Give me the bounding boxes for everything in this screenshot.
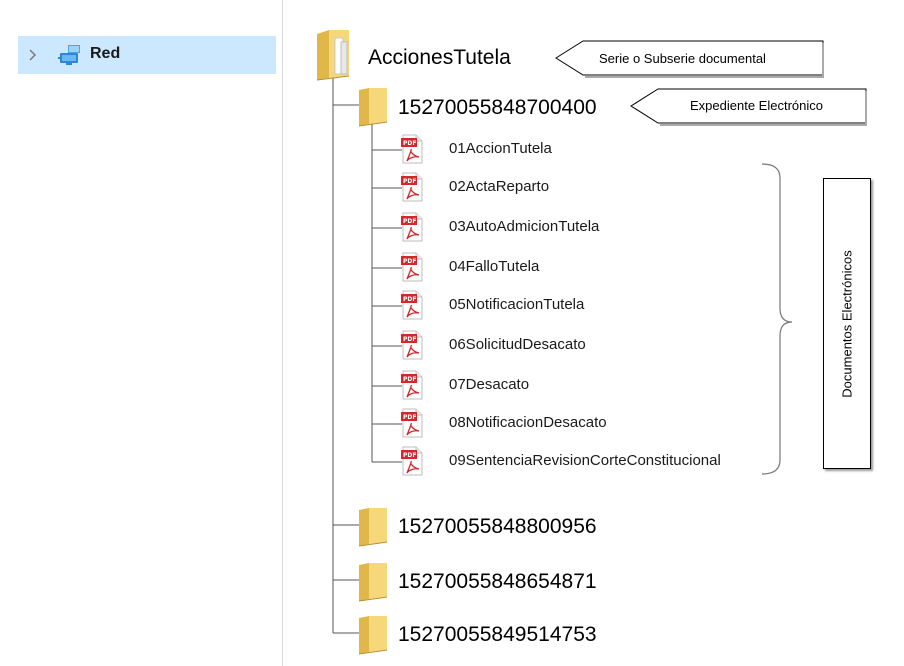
folder-label[interactable]: 15270055849514753 — [398, 624, 597, 645]
documents-label-box: Documentos Electrónicos — [823, 178, 871, 469]
diagram-stage: Red AccionesTutela 15270055848700400 PDF… — [0, 0, 904, 666]
svg-text:PDF: PDF — [403, 452, 416, 459]
document-label[interactable]: 09SentenciaRevisionCorteConstitucional — [449, 453, 721, 468]
pdf-icon[interactable]: PDF — [400, 172, 424, 202]
pdf-icon[interactable]: PDF — [400, 212, 424, 242]
document-label[interactable]: 08NotificacionDesacato — [449, 415, 607, 430]
folder-icon[interactable] — [315, 28, 351, 82]
documents-label-text: Documentos Electrónicos — [839, 249, 855, 398]
folder-label[interactable]: 15270055848654871 — [398, 571, 597, 592]
pdf-icon[interactable]: PDF — [400, 370, 424, 400]
root-folder-label[interactable]: AccionesTutela — [368, 47, 511, 68]
document-label[interactable]: 07Desacato — [449, 377, 529, 392]
pdf-icon[interactable]: PDF — [400, 446, 424, 476]
folder-icon[interactable] — [357, 614, 389, 656]
folder-icon[interactable] — [357, 506, 389, 548]
document-label[interactable]: 06SolicitudDesacato — [449, 337, 586, 352]
pdf-icon[interactable]: PDF — [400, 408, 424, 438]
document-label[interactable]: 04FalloTutela — [449, 259, 539, 274]
pdf-icon[interactable]: PDF — [400, 330, 424, 360]
document-label[interactable]: 05NotificacionTutela — [449, 297, 584, 312]
svg-text:PDF: PDF — [403, 178, 416, 185]
pdf-icon[interactable]: PDF — [400, 252, 424, 282]
expanded-folder-label[interactable]: 15270055848700400 — [398, 97, 597, 118]
folder-label[interactable]: 15270055848800956 — [398, 516, 597, 537]
svg-text:PDF: PDF — [403, 140, 416, 147]
folder-icon[interactable] — [357, 86, 389, 128]
document-label[interactable]: 03AutoAdmicionTutela — [449, 219, 599, 234]
document-label[interactable]: 01AccionTutela — [449, 141, 552, 156]
svg-text:PDF: PDF — [403, 258, 416, 265]
pdf-icon[interactable]: PDF — [400, 290, 424, 320]
document-label[interactable]: 02ActaReparto — [449, 179, 549, 194]
svg-text:PDF: PDF — [403, 336, 416, 343]
svg-text:PDF: PDF — [403, 218, 416, 225]
callout-expediente-text: Expediente Electrónico — [690, 98, 823, 113]
folder-icon[interactable] — [357, 561, 389, 603]
pdf-icon[interactable]: PDF — [400, 134, 424, 164]
svg-text:PDF: PDF — [403, 414, 416, 421]
svg-text:PDF: PDF — [403, 376, 416, 383]
svg-text:PDF: PDF — [403, 296, 416, 303]
callout-serie-text: Serie o Subserie documental — [599, 51, 766, 66]
brace — [761, 163, 793, 475]
